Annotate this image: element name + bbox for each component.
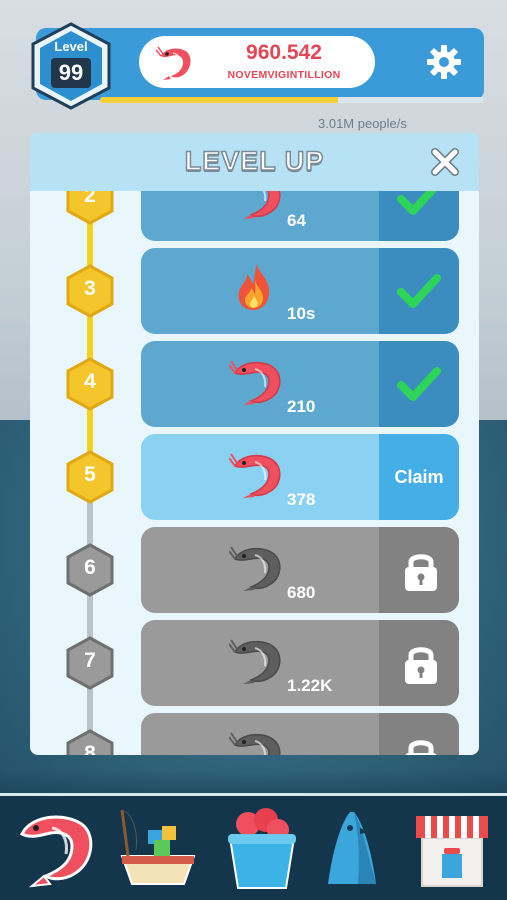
reward-card-level-2: 64: [141, 191, 459, 241]
shrimp-icon: [155, 42, 195, 87]
claim-button[interactable]: Claim: [379, 434, 459, 520]
level-marker-label: 8: [84, 742, 96, 755]
currency-unit: NOVEMVIGINTILLION: [227, 69, 341, 81]
reward-claimed-status: [379, 341, 459, 427]
lock-icon: [399, 736, 443, 755]
checkmark-icon: [397, 365, 441, 410]
reward-card-body: 10s: [141, 248, 379, 334]
lock-icon: [399, 550, 443, 597]
reward-card-body: 378: [141, 434, 379, 520]
reward-locked-status: [379, 527, 459, 613]
nav-shop-button[interactable]: [408, 804, 496, 894]
reward-amount: 10s: [287, 304, 316, 323]
nav-fishing-boat-button[interactable]: [114, 804, 202, 894]
reward-amount: 1.22K: [287, 676, 333, 695]
reward-claimed-status: [379, 191, 459, 241]
level-marker-8: 8: [65, 729, 115, 755]
rewards-list[interactable]: 2 64 3 10s 4 210 5 378 Claim 6 680 7 1.22K 8: [30, 191, 479, 755]
reward-card-body: [141, 713, 379, 755]
reward-card-body: 1.22K: [141, 620, 379, 706]
level-marker-label: 3: [84, 277, 96, 300]
currency-display: 960.542 NOVEMVIGINTILLION: [139, 36, 375, 88]
level-marker-3: 3: [65, 264, 115, 318]
level-marker-label: 6: [84, 556, 96, 579]
checkmark-icon: [397, 191, 441, 224]
reward-card-level-3: 10s: [141, 248, 459, 334]
level-marker-label: 4: [84, 370, 96, 393]
level-marker-2: 2: [65, 191, 115, 225]
reward-amount: 64: [287, 211, 306, 230]
shrimp-icon: [228, 634, 285, 689]
close-button[interactable]: [430, 147, 460, 177]
bottom-navigation: [0, 793, 507, 900]
fire-icon: [229, 262, 285, 317]
nav-penguin-button[interactable]: [310, 804, 398, 894]
reward-card-level-8: [141, 713, 459, 755]
reward-card-level-4: 210: [141, 341, 459, 427]
claim-button-label: Claim: [394, 467, 444, 487]
reward-locked-status: [379, 620, 459, 706]
shrimp-icon: [228, 727, 285, 755]
gear-icon: [424, 45, 464, 86]
reward-card-level-7: 1.22K: [141, 620, 459, 706]
level-marker-5: 5: [65, 450, 115, 504]
currency-value: 960.542: [246, 41, 322, 64]
level-marker-4: 4: [65, 357, 115, 411]
shrimp-icon: [228, 541, 285, 596]
reward-card-body: 680: [141, 527, 379, 613]
close-icon: [430, 148, 460, 181]
reward-card-body: 210: [141, 341, 379, 427]
modal-header: LEVEL UP: [30, 133, 479, 191]
level-progress-bar: [100, 97, 484, 103]
level-marker-6: 6: [65, 543, 115, 597]
settings-button[interactable]: [424, 42, 464, 82]
reward-card-body: 64: [141, 191, 379, 241]
reward-amount: 210: [287, 397, 316, 416]
modal-title: LEVEL UP: [184, 145, 325, 177]
shrimp-icon: [228, 448, 285, 503]
level-marker-label: 5: [84, 463, 96, 486]
level-marker-7: 7: [65, 636, 115, 690]
level-marker-label: 7: [84, 649, 96, 672]
level-label: Level: [54, 39, 88, 54]
level-value: 99: [51, 58, 91, 88]
nav-shrimp-bucket-button[interactable]: [218, 804, 306, 894]
nav-shrimp-button[interactable]: [12, 804, 100, 894]
reward-claimed-status: [379, 248, 459, 334]
level-up-modal: LEVEL UP 2 64 3 10s 4 210 5 378 Claim 6 680 7 1.22K 8: [30, 133, 479, 755]
shrimp-icon: [228, 355, 285, 410]
checkmark-icon: [397, 272, 441, 317]
reward-amount: 378: [287, 490, 316, 509]
lock-icon: [399, 643, 443, 690]
reward-card-level-6: 680: [141, 527, 459, 613]
reward-amount: 680: [287, 583, 316, 602]
level-marker-label: 2: [84, 191, 96, 207]
reward-card-level-5[interactable]: 378 Claim: [141, 434, 459, 520]
level-progress-fill: [100, 97, 339, 103]
reward-locked-status: [379, 713, 459, 755]
level-badge[interactable]: Level 99: [30, 22, 112, 110]
shrimp-icon: [229, 191, 285, 224]
